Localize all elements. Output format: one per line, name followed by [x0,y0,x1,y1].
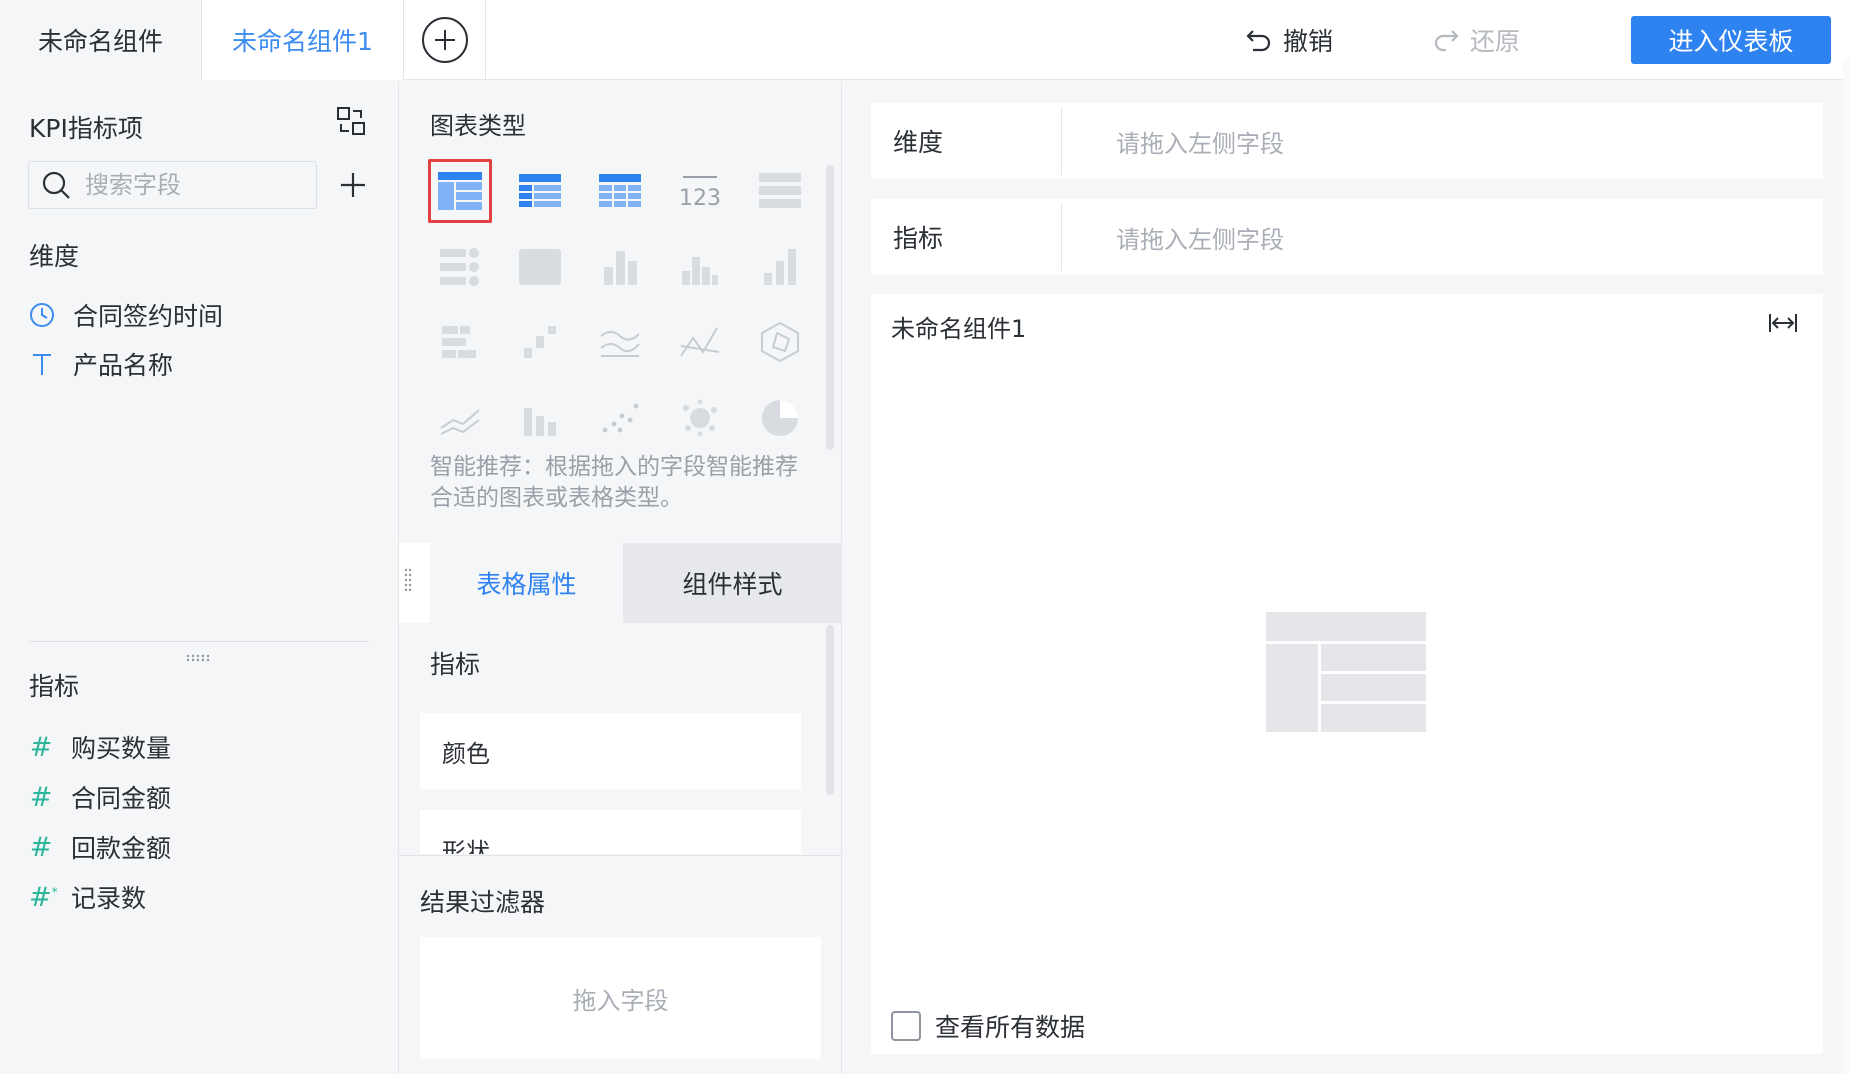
hash-icon: # [29,731,53,763]
measure-field-purchase-qty[interactable]: # 购买数量 [29,729,171,765]
pie-icon[interactable] [756,394,804,442]
tab-table-attributes[interactable]: 表格属性 [430,543,623,623]
attr-scrollbar[interactable] [826,625,834,795]
attr-card-label: 形状 [442,838,490,854]
switch-dataset-icon[interactable] [336,106,366,140]
stacked-bar-icon[interactable] [596,243,644,291]
area-line-icon[interactable] [436,394,484,442]
undo-icon [1246,30,1271,52]
field-label: 回款金额 [71,834,172,863]
attr-shape-card[interactable]: 形状 [420,810,801,854]
empty-table-placeholder-icon [1266,612,1426,736]
redo-label: 还原 [1470,27,1521,56]
panel-title: KPI指标项 [29,114,143,143]
view-all-label: 查看所有数据 [935,1013,1086,1042]
tab-unnamed-widget-1[interactable]: 未命名组件1 [202,0,404,80]
field-label: 合同签约时间 [73,302,224,331]
chart-type-header: 图表类型 [430,112,526,140]
cross-table-icon[interactable] [516,167,564,215]
add-field-button[interactable] [338,170,368,204]
expand-width-icon[interactable] [1768,311,1798,339]
kpi-grid-icon[interactable] [436,243,484,291]
dimension-header: 维度 [29,242,80,271]
hash-icon: # [29,831,53,863]
undo-label: 撤销 [1283,27,1334,56]
row-separator [1061,203,1062,271]
row-separator [1061,107,1062,175]
waterfall-icon[interactable] [516,318,564,366]
redo-icon [1434,30,1459,52]
dimension-drop-row[interactable]: 维度 请拖入左侧字段 [871,103,1823,179]
field-label: 产品名称 [73,351,174,380]
hash-icon: # [29,781,53,813]
search-field-box[interactable] [28,161,317,209]
measure-field-record-count[interactable]: #* 记录数 [29,879,146,915]
smart-recommend-tip: 智能推荐：根据拖入的字段智能推荐合适的图表或表格类型。 [430,454,798,511]
detail-table-icon[interactable] [596,167,644,215]
chart-type-scrollbar[interactable] [826,165,834,450]
radar-icon[interactable] [756,318,804,366]
dimension-drop-label: 维度 [893,128,944,157]
grouped-bar-icon[interactable] [676,243,724,291]
svg-text:123: 123 [679,186,721,211]
drop-zone-placeholder: 拖入字段 [572,986,669,1015]
search-icon [42,171,70,199]
redo-button[interactable]: 还原 [1432,18,1520,62]
stream-line-icon[interactable] [596,318,644,366]
section-divider [399,855,842,856]
measure-header: 指标 [29,672,80,701]
table-icon[interactable] [428,159,492,223]
column-bar-icon[interactable] [756,243,804,291]
enter-dashboard-button[interactable]: 进入仪表板 [1631,16,1831,64]
clock-icon [30,303,54,327]
scatter-icon[interactable] [596,394,644,442]
kpi-list-icon[interactable] [756,167,804,215]
view-all-checkbox[interactable] [891,1011,921,1041]
measure-field-payment-amount[interactable]: # 回款金额 [29,829,171,865]
drag-handle-icon[interactable] [186,647,210,666]
attr-section-label: 指标 [430,650,481,679]
dimension-drop-placeholder: 请拖入左侧字段 [1116,129,1284,158]
bar-horizontal-icon[interactable] [436,318,484,366]
page-scrollbar[interactable] [1843,58,1850,1074]
result-filter-header: 结果过滤器 [420,888,546,917]
attr-color-card[interactable]: 颜色 [420,713,801,789]
measure-drop-placeholder: 请拖入左侧字段 [1116,225,1284,254]
dimension-field-product-name[interactable]: 产品名称 [29,346,173,382]
measure-drop-label: 指标 [893,224,944,253]
hash-star-icon: #* [29,881,58,913]
widget-title: 未命名组件1 [891,315,1027,343]
text-type-icon [33,354,51,375]
undo-button[interactable]: 撤销 [1245,18,1333,62]
add-tab-button[interactable] [404,0,486,80]
polyline-icon[interactable] [676,318,724,366]
map-icon[interactable] [516,243,564,291]
tab-unnamed-widget[interactable]: 未命名组件 [0,0,202,80]
search-input[interactable] [83,170,287,200]
filter-drop-zone[interactable]: 拖入字段 [420,937,821,1059]
field-label: 购买数量 [71,734,172,763]
bubble-icon[interactable] [676,394,724,442]
plus-circle-icon [421,17,468,63]
field-label: 合同金额 [71,784,172,813]
measure-field-contract-amount[interactable]: # 合同金额 [29,779,171,815]
plus-icon [341,173,365,197]
tab-label: 未命名组件 [37,27,163,56]
attr-card-label: 颜色 [442,739,490,768]
kpi-number-icon[interactable]: 123 [676,167,724,215]
field-label: 记录数 [71,884,147,913]
tab-widget-style[interactable]: 组件样式 [623,543,842,623]
panel-divider [29,641,369,642]
dimension-field-contract-time[interactable]: 合同签约时间 [29,297,223,333]
tab-label: 未命名组件1 [232,27,373,56]
range-bar-icon[interactable] [516,394,564,442]
drag-handle-icon[interactable] [404,568,412,596]
view-all-data-toggle[interactable]: 查看所有数据 [891,1008,1085,1044]
measure-drop-row[interactable]: 指标 请拖入左侧字段 [871,199,1823,275]
field-panel [0,81,399,1074]
